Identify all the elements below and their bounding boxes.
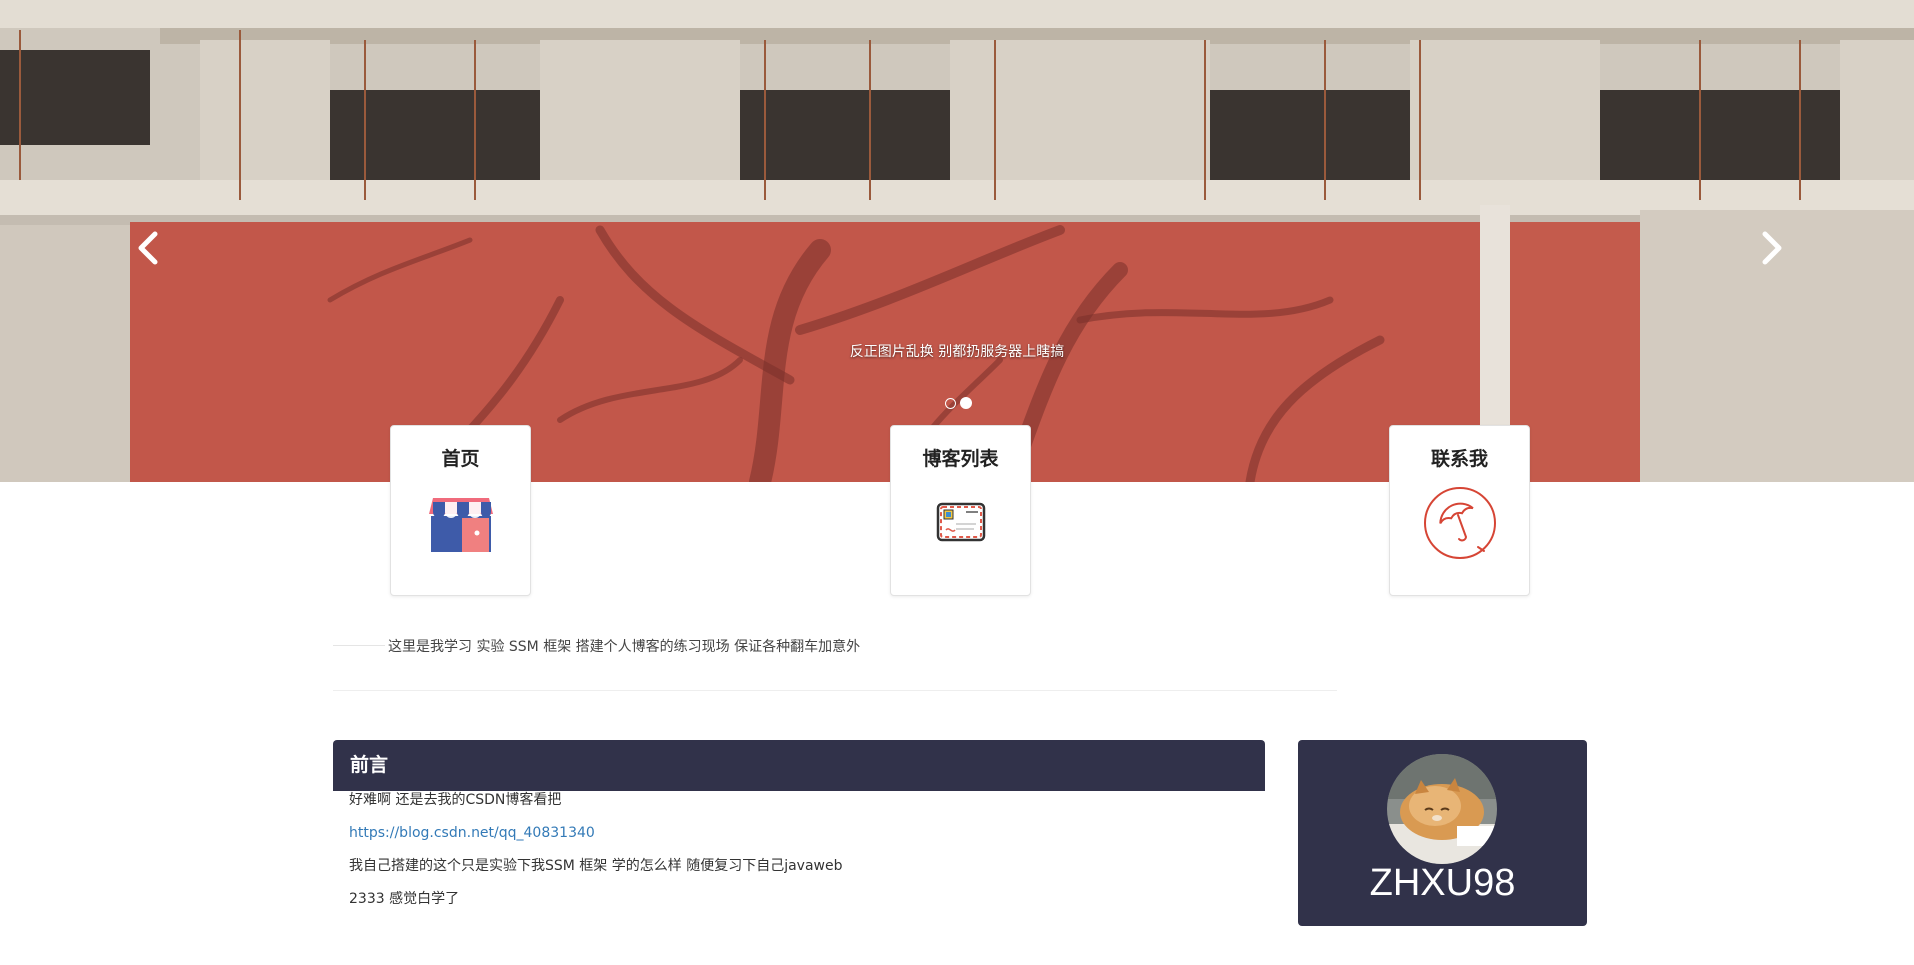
carousel-indicator-2[interactable] [960,397,972,409]
preface-body: 好难啊 还是去我的CSDN博客看把 https://blog.csdn.net/… [349,790,1249,922]
intro-text: 这里是我学习 实验 SSM 框架 搭建个人博客的练习现场 保证各种翻车加意外 [388,639,861,655]
chevron-right-icon [1762,231,1782,265]
carousel-next-button[interactable] [1752,228,1792,268]
envelope-icon [936,502,985,542]
umbrella-icon [1423,487,1496,559]
csdn-blog-link[interactable]: https://blog.csdn.net/qq_40831340 [349,825,595,841]
section-divider [333,690,1337,691]
preface-heading: 前言 [333,740,1265,791]
carousel-indicators [945,397,972,409]
profile-card: ZHXU98 [1298,740,1587,926]
nav-card-title: 首页 [441,448,480,470]
chevron-left-icon [138,231,158,265]
carousel-caption: 反正图片乱换 别都扔服务器上瞎搞 [849,344,1065,360]
carousel-prev-button[interactable] [128,228,168,268]
profile-username: ZHXU98 [1369,862,1516,904]
nav-card-title: 联系我 [1430,448,1488,470]
carousel-image [0,0,1914,482]
preface-line: 好难啊 还是去我的CSDN博客看把 [349,792,562,808]
shop-icon [428,498,493,552]
preface-line: 2333 感觉白学了 [349,891,460,907]
intro-rule [333,645,385,646]
preface-line: 我自己搭建的这个只是实验下我SSM 框架 学的怎么样 随便复习下自己javawe… [349,858,843,874]
nav-card-title: 博客列表 [922,448,999,470]
nav-card-blog-list[interactable]: 博客列表 [890,425,1031,596]
hero-carousel: 反正图片乱换 别都扔服务器上瞎搞 [0,0,1914,482]
cat-avatar-image [1387,754,1497,864]
nav-card-home[interactable]: 首页 [390,425,531,596]
avatar[interactable] [1387,754,1497,864]
carousel-indicator-1[interactable] [945,398,956,409]
nav-card-contact[interactable]: 联系我 [1389,425,1530,596]
